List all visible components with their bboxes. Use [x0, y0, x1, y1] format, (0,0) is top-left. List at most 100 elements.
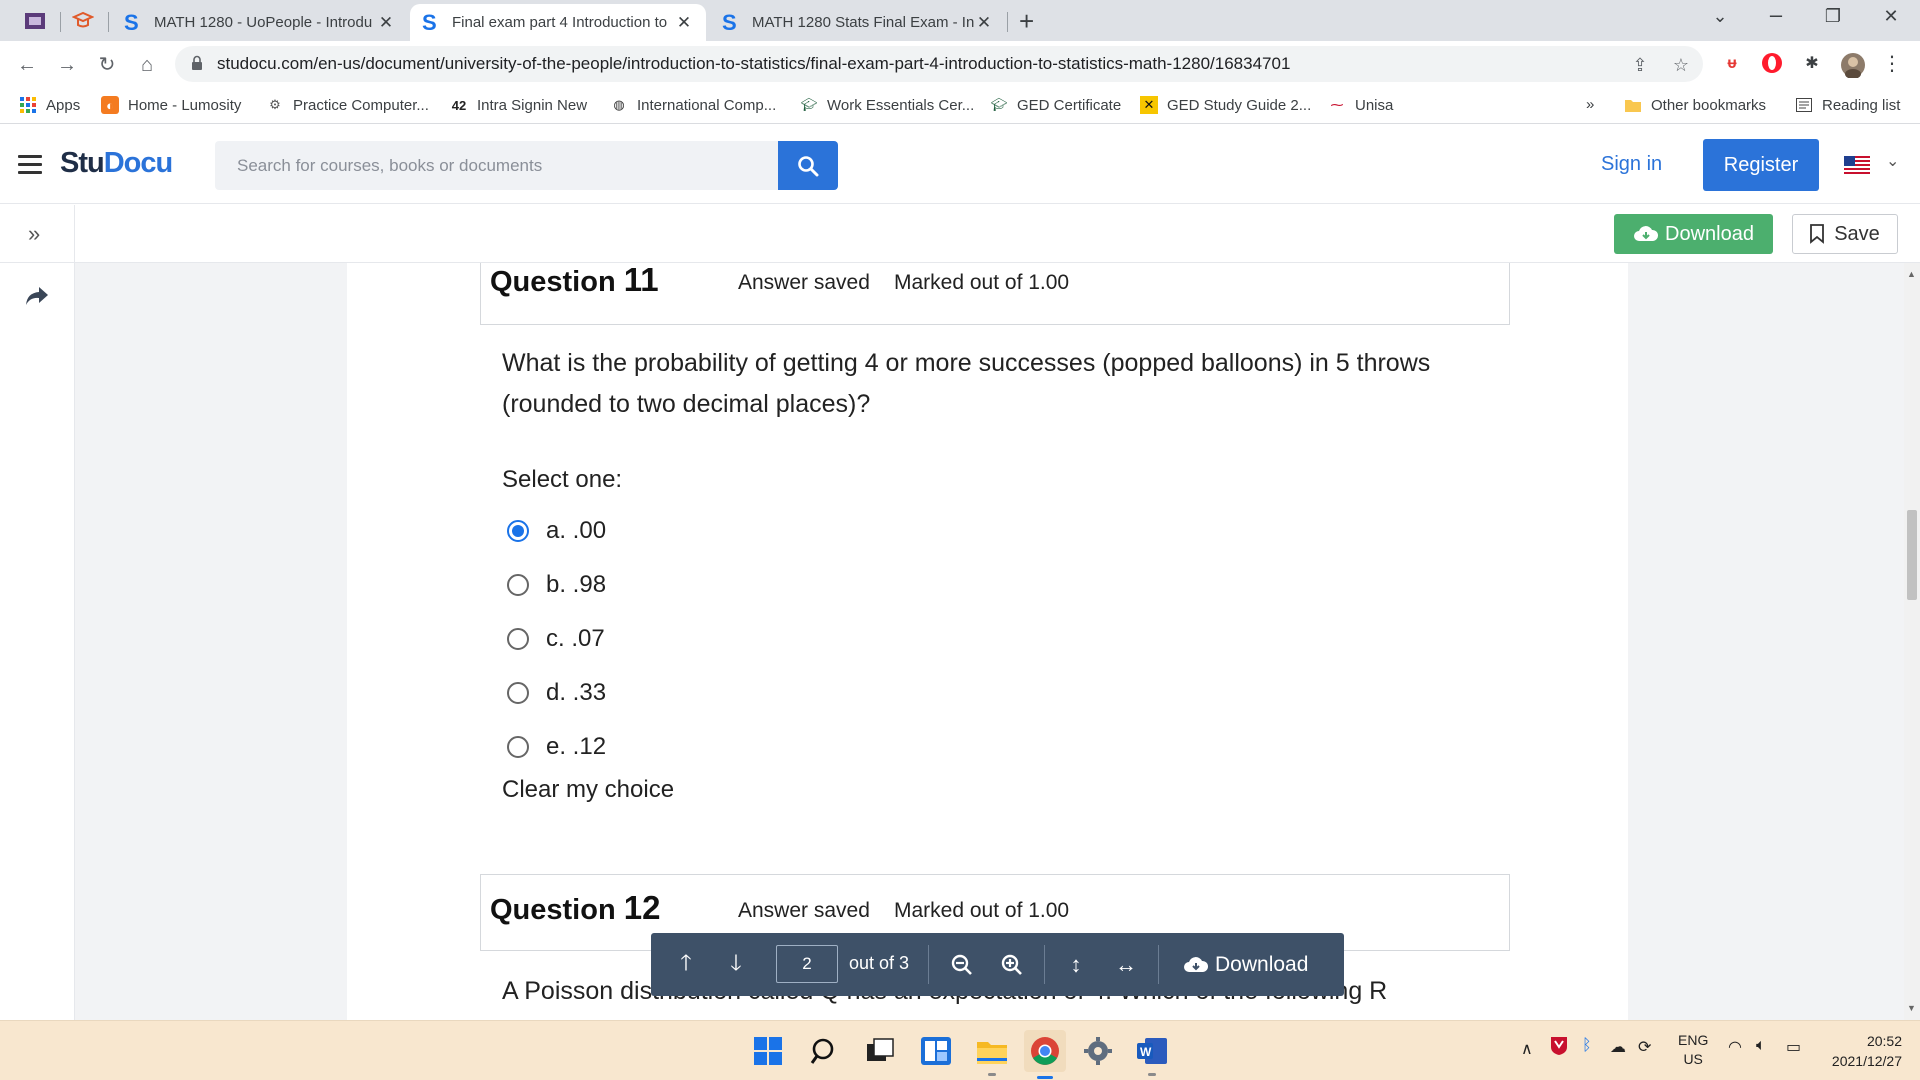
expand-sidebar-icon[interactable]: » — [28, 221, 40, 247]
bookmark-ged-certificate[interactable]: 🎓︎ GED Certificate — [990, 96, 1121, 114]
system-clock[interactable]: 20:52 2021/12/27 — [1826, 1031, 1902, 1071]
scrollbar-thumb[interactable] — [1907, 510, 1917, 600]
radio-button[interactable] — [507, 574, 529, 596]
new-tab-button[interactable]: + — [1019, 6, 1034, 37]
restore-button[interactable]: ❐ — [1813, 6, 1853, 27]
radio-button-checked[interactable] — [507, 520, 529, 542]
bookmark-work-essentials[interactable]: 🎓︎ Work Essentials Cer... — [800, 96, 975, 114]
address-bar[interactable]: studocu.com/en-us/document/university-of… — [175, 46, 1703, 82]
onedrive-cloud-icon[interactable]: ☁ — [1610, 1037, 1626, 1057]
share-icon[interactable] — [24, 285, 50, 307]
back-icon[interactable]: ← — [12, 50, 42, 80]
bookmark-apps[interactable]: Apps — [19, 96, 80, 114]
save-button[interactable]: Save — [1792, 214, 1898, 254]
widgets-icon[interactable] — [918, 1033, 954, 1069]
clear-choice-link[interactable]: Clear my choice — [502, 776, 674, 804]
close-window-button[interactable]: ✕ — [1871, 6, 1911, 27]
browser-tab[interactable]: S MATH 1280 Stats Final Exam - Inf ✕ — [710, 4, 1006, 41]
fit-width-icon[interactable]: ↔ — [1109, 933, 1143, 996]
share-page-icon[interactable]: ⇪ — [1629, 54, 1651, 76]
close-tab-icon[interactable]: ✕ — [376, 13, 396, 33]
answer-option[interactable]: d. .33 — [507, 679, 606, 707]
page-scrollbar[interactable]: ▲ ▼ — [1904, 263, 1920, 1020]
battery-icon[interactable]: ▭ — [1786, 1037, 1801, 1057]
pager-download-button[interactable]: Download — [1183, 933, 1308, 996]
bookmark-lumosity[interactable]: ◐ Home - Lumosity — [101, 96, 241, 114]
reload-icon[interactable]: ↻ — [92, 50, 122, 80]
task-view-icon[interactable] — [862, 1033, 898, 1069]
lock-icon[interactable] — [191, 55, 203, 71]
radio-button[interactable] — [507, 736, 529, 758]
answer-option[interactable]: e. .12 — [507, 733, 606, 761]
browser-tab-active[interactable]: S Final exam part 4 Introduction to ✕ — [410, 4, 706, 41]
previous-page-icon[interactable]: 🡑 — [669, 933, 703, 996]
bookmark-intra-signin[interactable]: 42 Intra Signin New — [450, 96, 587, 114]
register-button[interactable]: Register — [1703, 139, 1819, 191]
bookmarks-overflow-button[interactable]: » — [1586, 96, 1594, 113]
search-input[interactable] — [215, 141, 779, 190]
graduation-cap-icon: 🎓︎ — [990, 97, 1008, 112]
question-mark: Marked out of 1.00 — [894, 271, 1070, 294]
left-rail — [0, 263, 75, 1020]
bookmark-ged-study-guide[interactable]: ✕ GED Study Guide 2... — [1140, 96, 1311, 114]
antivirus-tray-icon[interactable] — [1550, 1036, 1568, 1059]
zoom-out-icon[interactable] — [945, 933, 979, 996]
settings-gear-icon[interactable] — [1080, 1033, 1116, 1069]
answer-option[interactable]: a. .00 — [507, 517, 606, 545]
fit-height-icon[interactable]: ↕ — [1059, 933, 1093, 996]
close-tab-icon[interactable]: ✕ — [974, 13, 994, 33]
bookmark-unisa[interactable]: ⁓ Unisa — [1328, 96, 1394, 114]
chrome-taskbar-icon[interactable] — [1024, 1030, 1066, 1079]
studocu-logo[interactable]: StuDocu — [60, 147, 173, 180]
close-tab-icon[interactable]: ✕ — [674, 13, 694, 33]
input-language-indicator[interactable]: ENG US — [1678, 1031, 1708, 1069]
volume-icon[interactable]: 🔈︎ — [1756, 1037, 1766, 1055]
bluetooth-icon[interactable]: ᛒ — [1582, 1037, 1592, 1055]
next-page-icon[interactable]: 🡓 — [719, 933, 753, 996]
pinned-tab-icon[interactable] — [70, 8, 96, 34]
studocu-favicon-icon: S — [124, 9, 139, 35]
answer-option[interactable]: b. .98 — [507, 571, 606, 599]
sync-icon[interactable]: ⟳ — [1638, 1037, 1651, 1057]
folder-icon — [1624, 96, 1642, 114]
lumosity-icon: ◐ — [101, 96, 119, 114]
chevron-down-icon[interactable]: ⌄ — [1886, 151, 1899, 171]
chrome-menu-icon[interactable]: ⋮ — [1880, 52, 1904, 76]
sign-in-link[interactable]: Sign in — [1601, 153, 1662, 176]
download-button[interactable]: Download — [1614, 214, 1773, 254]
us-flag-icon[interactable] — [1844, 156, 1870, 174]
menu-hamburger-icon[interactable] — [18, 155, 42, 175]
wifi-icon[interactable]: ◠ — [1728, 1037, 1742, 1057]
radio-button[interactable] — [507, 628, 529, 650]
search-box — [215, 141, 779, 190]
word-icon[interactable]: W — [1134, 1033, 1170, 1076]
search-button[interactable] — [778, 141, 838, 190]
radio-button[interactable] — [507, 682, 529, 704]
bookmark-international-comp[interactable]: ◍ International Comp... — [610, 96, 776, 114]
zoom-in-icon[interactable] — [995, 933, 1029, 996]
bookmark-practice-computer[interactable]: ⚙ Practice Computer... — [266, 96, 429, 114]
globe-icon: ◍ — [613, 97, 625, 112]
page-number-input[interactable]: 2 — [776, 945, 838, 983]
windows-start-icon[interactable] — [750, 1033, 786, 1069]
reading-list-button[interactable]: Reading list — [1795, 96, 1900, 114]
browser-tab[interactable]: S MATH 1280 - UoPeople - Introdu ✕ — [112, 4, 408, 41]
scroll-down-icon[interactable]: ▼ — [1907, 1003, 1916, 1013]
pinned-tab-icon[interactable] — [22, 8, 48, 34]
extensions-puzzle-icon[interactable]: ✱ — [1800, 52, 1824, 76]
other-bookmarks-folder[interactable]: Other bookmarks — [1624, 96, 1766, 114]
forward-icon[interactable]: → — [52, 50, 82, 80]
file-explorer-icon[interactable] — [974, 1033, 1010, 1076]
extension-icon[interactable]: ᵾ — [1720, 52, 1744, 76]
minimize-button[interactable]: – — [1756, 2, 1796, 28]
profile-avatar[interactable] — [1840, 52, 1865, 79]
scroll-up-icon[interactable]: ▲ — [1907, 269, 1916, 279]
bookmark-icon — [1810, 224, 1825, 244]
bookmark-star-icon[interactable]: ☆ — [1670, 54, 1692, 76]
opera-extension-icon[interactable] — [1760, 52, 1784, 76]
home-icon[interactable]: ⌂ — [132, 50, 162, 80]
show-hidden-icons-chevron-icon[interactable]: ∧ — [1521, 1039, 1533, 1059]
answer-option[interactable]: c. .07 — [507, 625, 605, 653]
tab-search-icon[interactable]: ⌄ — [1700, 6, 1740, 27]
search-icon[interactable] — [806, 1033, 842, 1069]
